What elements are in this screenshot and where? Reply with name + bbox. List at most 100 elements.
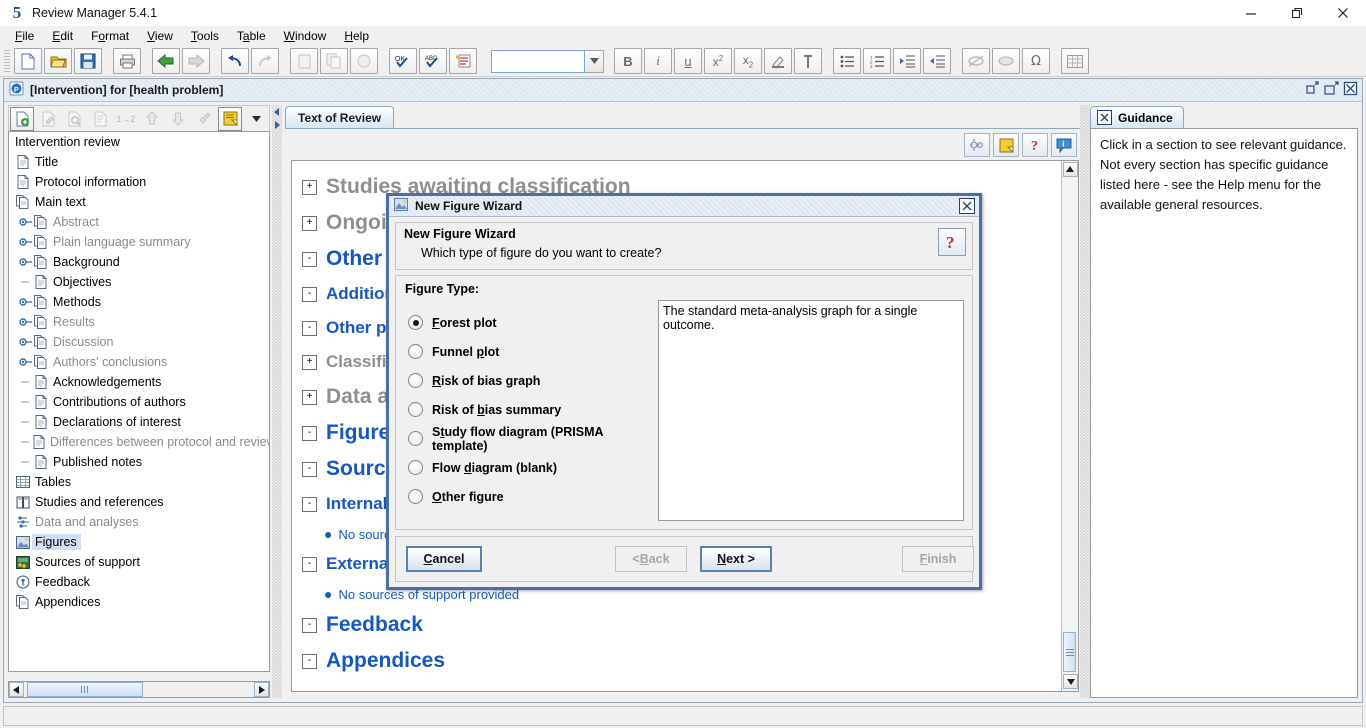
notes-icon[interactable] — [218, 106, 242, 131]
tree-item-main-text[interactable]: Main text — [9, 192, 269, 212]
tree-expand-knob[interactable] — [19, 335, 33, 349]
paste-icon[interactable] — [350, 48, 378, 74]
tree-item-sources-of-support[interactable]: Sources of support — [9, 552, 269, 572]
tree-item-objectives[interactable]: Objectives — [9, 272, 269, 292]
radio-button-icon[interactable] — [408, 373, 423, 388]
radio-button-icon[interactable] — [408, 460, 423, 475]
save-disk-icon[interactable] — [74, 48, 102, 74]
tree-item-title[interactable]: Title — [9, 152, 269, 172]
minimize-icon[interactable] — [1228, 0, 1274, 26]
menu-table[interactable]: Table — [228, 27, 275, 45]
collapse-minus-icon[interactable]: - — [302, 286, 317, 302]
edit-icon[interactable] — [36, 107, 60, 131]
expand-plus-icon[interactable]: + — [302, 389, 317, 405]
highlight-changes-icon[interactable] — [449, 48, 477, 74]
close-icon[interactable] — [1320, 0, 1366, 26]
properties-icon[interactable] — [88, 107, 112, 131]
tree-item-results[interactable]: Results — [9, 312, 269, 332]
expand-plus-icon[interactable]: + — [302, 179, 317, 195]
tree-item-acknowledgements[interactable]: Acknowledgements — [9, 372, 269, 392]
preview-icon[interactable] — [62, 107, 86, 131]
radio-button-icon[interactable] — [408, 402, 423, 417]
undo-icon[interactable] — [221, 48, 249, 74]
collapse-minus-icon[interactable]: - — [302, 653, 317, 669]
radio-button-icon[interactable] — [408, 489, 423, 504]
cancel-button[interactable]: Cancel — [406, 546, 482, 572]
collapse-minus-icon[interactable]: - — [302, 617, 317, 633]
chevron-down-icon[interactable] — [585, 49, 604, 73]
radio-risk-of-bias-summary[interactable]: Risk of bias summary — [408, 395, 658, 424]
expand-plus-icon[interactable]: + — [302, 215, 317, 231]
tree-item-authors-conclusions[interactable]: Authors' conclusions — [9, 352, 269, 372]
radio-button-icon[interactable] — [408, 431, 423, 446]
arrow-right-icon[interactable] — [254, 682, 269, 697]
split-divider-left[interactable] — [272, 105, 282, 698]
tree-item-studies-and-references[interactable]: Studies and references — [9, 492, 269, 512]
spellcheck-abc-icon[interactable]: ABC — [419, 48, 447, 74]
close-window-icon[interactable] — [1343, 81, 1358, 96]
cut-icon[interactable] — [290, 48, 318, 74]
move-down-icon[interactable] — [166, 107, 190, 131]
tree-expand-knob[interactable] — [19, 235, 33, 249]
tree-item-differences-between-protocol-and-review[interactable]: Differences between protocol and review — [9, 432, 269, 452]
collapse-minus-icon[interactable]: - — [302, 461, 317, 477]
split-divider-right[interactable] — [1080, 105, 1090, 698]
radio-funnel-plot[interactable]: Funnel plot — [408, 337, 658, 366]
radio-button-icon[interactable] — [408, 315, 423, 330]
expand-plus-icon[interactable]: + — [302, 354, 317, 370]
info-bubble-icon[interactable]: i — [1051, 133, 1077, 157]
radio-flow-diagram-blank[interactable]: Flow diagram (blank) — [408, 453, 658, 482]
link-icon[interactable] — [962, 48, 990, 74]
radio-button-icon[interactable] — [408, 344, 423, 359]
move-up-icon[interactable] — [140, 107, 164, 131]
next-button[interactable]: Next > — [700, 546, 772, 572]
radio-study-flow-diagram-prisma-template[interactable]: Study flow diagram (PRISMA template) — [408, 424, 658, 453]
document-vscrollbar[interactable] — [1061, 161, 1078, 691]
tab-guidance[interactable]: Guidance — [1090, 106, 1184, 128]
tree-expand-knob[interactable] — [19, 315, 33, 329]
indent-increase-icon[interactable] — [893, 48, 921, 74]
italic-icon[interactable]: i — [644, 48, 672, 74]
print-icon[interactable] — [113, 48, 141, 74]
omega-symbol-icon[interactable]: Ω — [1022, 48, 1050, 74]
tree-item-appendices[interactable]: Appendices — [9, 592, 269, 612]
dropdown-arrow-icon[interactable] — [244, 107, 268, 131]
tree-item-abstract[interactable]: Abstract — [9, 212, 269, 232]
tree-item-declarations-of-interest[interactable]: Declarations of interest — [9, 412, 269, 432]
indent-decrease-icon[interactable] — [923, 48, 951, 74]
tree-item-data-and-analyses[interactable]: Data and analyses — [9, 512, 269, 532]
tree-item-plain-language-summary[interactable]: Plain language summary — [9, 232, 269, 252]
tree-item-tables[interactable]: Tables — [9, 472, 269, 492]
toolbar-grip[interactable] — [4, 50, 10, 72]
text-highlight-icon[interactable] — [764, 48, 792, 74]
figure-type-radio-group[interactable]: Forest plot Funnel plot Risk of bias graph… — [408, 308, 658, 511]
menu-help[interactable]: Help — [335, 27, 378, 45]
menu-file[interactable]: File — [6, 27, 43, 45]
open-folder-icon[interactable] — [44, 48, 72, 74]
superscript-icon[interactable]: x2 — [704, 48, 732, 74]
tree-expand-knob[interactable] — [19, 295, 33, 309]
menu-edit[interactable]: Edit — [43, 27, 82, 45]
review-outline-tree[interactable]: Intervention review Title Protocol informa… — [8, 131, 270, 672]
tree-expand-knob[interactable] — [19, 255, 33, 269]
close-x-icon[interactable] — [1097, 110, 1112, 125]
tab-text-of-review[interactable]: Text of Review — [285, 106, 395, 128]
bold-icon[interactable]: B — [614, 48, 642, 74]
pin-icon[interactable] — [794, 48, 822, 74]
new-document-icon[interactable] — [14, 48, 42, 74]
arrow-left-icon[interactable] — [9, 682, 24, 697]
collapse-minus-icon[interactable]: - — [302, 251, 317, 267]
collapse-minus-icon[interactable]: - — [302, 320, 317, 336]
settings-gear-icon[interactable] — [964, 133, 990, 157]
tree-item-feedback[interactable]: Feedback — [9, 572, 269, 592]
divider-collapse-arrows[interactable] — [273, 107, 281, 133]
tree-expand-knob[interactable] — [19, 215, 33, 229]
tree-item-contributions-of-authors[interactable]: Contributions of authors — [9, 392, 269, 412]
dialog-close-x-icon[interactable] — [959, 198, 975, 214]
restore-window-icon[interactable] — [1305, 81, 1320, 96]
doc-line[interactable]: - Feedback — [302, 607, 1061, 643]
tree-item-methods[interactable]: Methods — [9, 292, 269, 312]
radio-forest-plot[interactable]: Forest plot — [408, 308, 658, 337]
menu-tools[interactable]: Tools — [182, 27, 228, 45]
arrow-up-icon[interactable] — [1062, 162, 1078, 177]
